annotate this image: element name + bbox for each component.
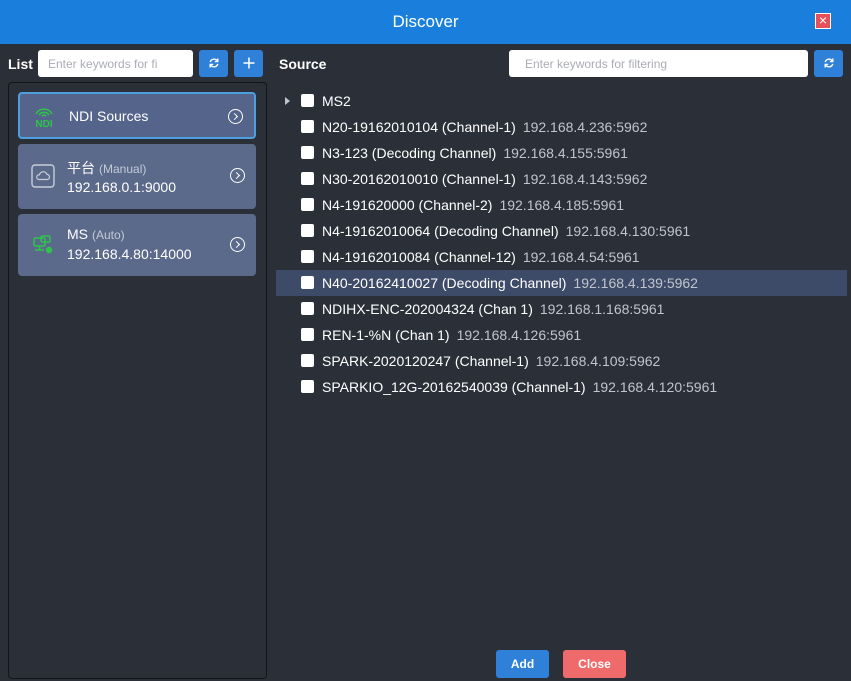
chevron-right-icon — [228, 109, 243, 124]
source-row[interactable]: SPARKIO_12G-20162540039 (Channel-1) 192.1… — [276, 374, 847, 400]
source-name: REN-1-%N (Chan 1) — [322, 327, 450, 343]
source-checkbox[interactable] — [301, 354, 314, 367]
title-bar: Discover × — [0, 0, 851, 44]
list-card-ndi-sources[interactable]: NDI NDI Sources — [18, 92, 256, 139]
add-list-button[interactable] — [234, 50, 263, 77]
add-button[interactable]: Add — [496, 650, 549, 678]
source-checkbox[interactable] — [301, 146, 314, 159]
source-row[interactable]: N3-123 (Decoding Channel) 192.168.4.155:5… — [276, 140, 847, 166]
chevron-right-icon — [230, 168, 245, 183]
card-name: 平台 — [67, 160, 95, 176]
source-name: SPARK-2020120247 (Channel-1) — [322, 353, 529, 369]
list-label: List — [8, 56, 33, 72]
expand-arrow-icon[interactable] — [285, 97, 290, 105]
source-name: N3-123 (Decoding Channel) — [322, 145, 497, 161]
dialog-title: Discover — [392, 12, 459, 31]
source-row[interactable]: N30-20162010010 (Channel-1) 192.168.4.143… — [276, 166, 847, 192]
source-name: N4-19162010084 (Channel-12) — [322, 249, 516, 265]
source-checkbox[interactable] — [301, 276, 314, 289]
list-panel: NDI NDI Sources 平台 (Manual) 192.168.0.1:9… — [8, 82, 267, 679]
source-label: Source — [279, 56, 327, 72]
source-address: 192.168.4.120:5961 — [592, 379, 718, 395]
cloud-icon — [31, 164, 55, 188]
source-row[interactable]: N4-191620000 (Channel-2) 192.168.4.185:59… — [276, 192, 847, 218]
ndi-icon: NDI — [35, 108, 53, 129]
source-checkbox[interactable] — [301, 94, 314, 107]
list-refresh-button[interactable] — [199, 50, 228, 77]
card-address: 192.168.0.1:9000 — [67, 179, 176, 195]
source-address: 192.168.4.130:5961 — [565, 223, 691, 239]
source-checkbox[interactable] — [301, 172, 314, 185]
source-address: 192.168.4.236:5962 — [522, 119, 648, 135]
list-card-platform[interactable]: 平台 (Manual) 192.168.0.1:9000 — [18, 144, 256, 209]
source-address: 192.168.4.155:5961 — [503, 145, 628, 161]
source-address: 192.168.4.54:5961 — [522, 249, 640, 265]
card-name: NDI Sources — [69, 108, 149, 124]
media-server-icon — [33, 235, 53, 254]
close-button[interactable]: Close — [563, 650, 626, 678]
list-card-ms[interactable]: MS (Auto) 192.168.4.80:14000 — [18, 214, 256, 276]
source-address: 192.168.4.109:5962 — [535, 353, 661, 369]
card-type: (Auto) — [92, 228, 125, 242]
source-checkbox[interactable] — [301, 380, 314, 393]
source-row-highlighted[interactable]: N40-20162410027 (Decoding Channel) 192.16… — [276, 270, 847, 296]
source-name: N40-20162410027 (Decoding Channel) — [322, 275, 567, 291]
source-checkbox[interactable] — [301, 328, 314, 341]
source-checkbox[interactable] — [301, 198, 314, 211]
list-search-input[interactable] — [38, 50, 193, 77]
source-search-input[interactable] — [509, 50, 808, 77]
source-name: N4-191620000 (Channel-2) — [322, 197, 493, 213]
source-checkbox[interactable] — [301, 120, 314, 133]
refresh-icon — [824, 58, 833, 68]
source-name: MS2 — [322, 93, 351, 109]
refresh-icon — [209, 58, 218, 68]
source-address: 192.168.4.126:5961 — [456, 327, 582, 343]
discover-dialog: Discover × List NDI NDI Sources — [0, 0, 851, 681]
source-address: 192.168.4.185:5961 — [499, 197, 625, 213]
source-group-row[interactable]: MS2 — [276, 88, 847, 114]
source-row[interactable]: NDIHX-ENC-202004324 (Chan 1) 192.168.1.16… — [276, 296, 847, 322]
source-row[interactable]: REN-1-%N (Chan 1) 192.168.4.126:5961 — [276, 322, 847, 348]
source-name: NDIHX-ENC-202004324 (Chan 1) — [322, 301, 533, 317]
source-checkbox[interactable] — [301, 250, 314, 263]
source-row[interactable]: N20-19162010104 (Channel-1) 192.168.4.236… — [276, 114, 847, 140]
card-type: (Manual) — [99, 162, 147, 176]
source-row[interactable]: N4-19162010064 (Decoding Channel) 192.168… — [276, 218, 847, 244]
chevron-right-icon — [230, 237, 245, 252]
source-address: 192.168.1.168:5961 — [539, 301, 665, 317]
card-address: 192.168.4.80:14000 — [67, 246, 192, 262]
source-name: N30-20162010010 (Channel-1) — [322, 171, 516, 187]
svg-text:NDI: NDI — [35, 119, 52, 129]
source-name: N4-19162010064 (Decoding Channel) — [322, 223, 559, 239]
source-checkbox[interactable] — [301, 302, 314, 315]
source-address: 192.168.4.139:5962 — [573, 275, 698, 291]
source-name: N20-19162010104 (Channel-1) — [322, 119, 516, 135]
source-address: 192.168.4.143:5962 — [522, 171, 648, 187]
close-window-button[interactable]: × — [815, 13, 831, 29]
plus-icon — [243, 57, 254, 69]
source-row[interactable]: SPARK-2020120247 (Channel-1) 192.168.4.10… — [276, 348, 847, 374]
close-icon: × — [818, 12, 828, 28]
card-name: MS — [67, 226, 88, 242]
source-checkbox[interactable] — [301, 224, 314, 237]
source-refresh-button[interactable] — [814, 50, 843, 77]
source-row[interactable]: N4-19162010084 (Channel-12) 192.168.4.54:… — [276, 244, 847, 270]
source-name: SPARKIO_12G-20162540039 (Channel-1) — [322, 379, 586, 395]
